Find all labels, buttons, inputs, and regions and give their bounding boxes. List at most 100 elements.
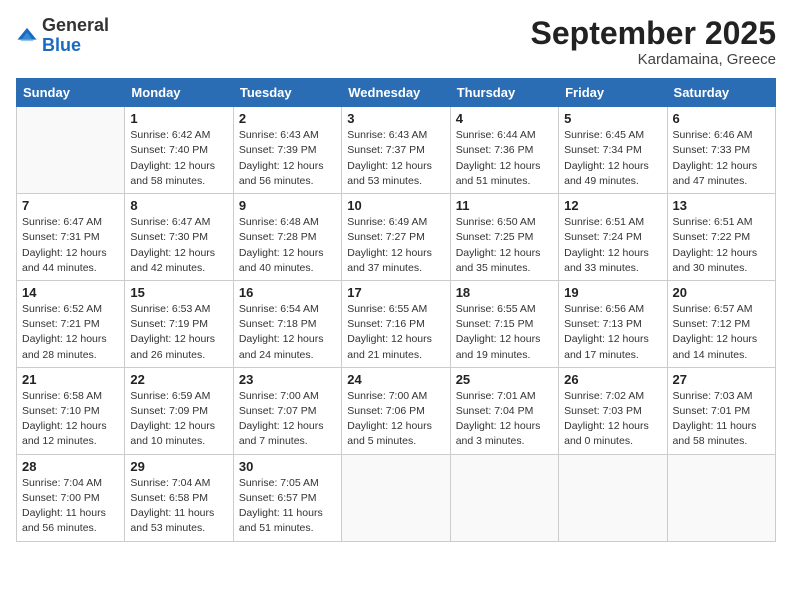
day-info: Sunrise: 6:43 AMSunset: 7:39 PMDaylight:… — [239, 128, 336, 189]
header-saturday: Saturday — [667, 79, 775, 107]
calendar-table: SundayMondayTuesdayWednesdayThursdayFrid… — [16, 78, 776, 541]
calendar-cell: 2 Sunrise: 6:43 AMSunset: 7:39 PMDaylight… — [233, 107, 341, 194]
day-number: 26 — [564, 372, 661, 387]
calendar-cell: 23 Sunrise: 7:00 AMSunset: 7:07 PMDayligh… — [233, 367, 341, 454]
week-row-3: 21 Sunrise: 6:58 AMSunset: 7:10 PMDayligh… — [17, 367, 776, 454]
week-row-2: 14Sunrise: 6:52 AMSunset: 7:21 PMDayligh… — [17, 280, 776, 367]
day-info: Sunrise: 7:04 AMSunset: 6:58 PMDaylight:… — [130, 476, 227, 537]
calendar-cell: 1 Sunrise: 6:42 AMSunset: 7:40 PMDaylight… — [125, 107, 233, 194]
day-info: Sunrise: 7:02 AMSunset: 7:03 PMDaylight:… — [564, 389, 661, 450]
day-info: Sunrise: 6:51 AMSunset: 7:24 PMDaylight:… — [564, 215, 661, 276]
day-info: Sunrise: 6:46 AMSunset: 7:33 PMDaylight:… — [673, 128, 770, 189]
calendar-cell: 18Sunrise: 6:55 AMSunset: 7:15 PMDayligh… — [450, 280, 558, 367]
calendar-cell: 12 Sunrise: 6:51 AMSunset: 7:24 PMDayligh… — [559, 194, 667, 281]
logo-blue: Blue — [42, 35, 81, 55]
day-info: Sunrise: 6:51 AMSunset: 7:22 PMDaylight:… — [673, 215, 770, 276]
day-number: 10 — [347, 198, 444, 213]
day-number: 4 — [456, 111, 553, 126]
day-number: 25 — [456, 372, 553, 387]
calendar-cell: 4 Sunrise: 6:44 AMSunset: 7:36 PMDaylight… — [450, 107, 558, 194]
day-info: Sunrise: 7:00 AMSunset: 7:06 PMDaylight:… — [347, 389, 444, 450]
day-number: 12 — [564, 198, 661, 213]
calendar-cell — [17, 107, 125, 194]
header-friday: Friday — [559, 79, 667, 107]
calendar-cell: 17 Sunrise: 6:55 AMSunset: 7:16 PMDayligh… — [342, 280, 450, 367]
location: Kardamaina, Greece — [531, 51, 776, 68]
day-info: Sunrise: 6:53 AMSunset: 7:19 PMDaylight:… — [130, 302, 227, 363]
calendar-cell: 21 Sunrise: 6:58 AMSunset: 7:10 PMDayligh… — [17, 367, 125, 454]
day-number: 11 — [456, 198, 553, 213]
day-number: 2 — [239, 111, 336, 126]
calendar-header-row: SundayMondayTuesdayWednesdayThursdayFrid… — [17, 79, 776, 107]
calendar-cell: 30 Sunrise: 7:05 AMSunset: 6:57 PMDayligh… — [233, 454, 341, 541]
day-info: Sunrise: 6:59 AMSunset: 7:09 PMDaylight:… — [130, 389, 227, 450]
calendar-cell: 13Sunrise: 6:51 AMSunset: 7:22 PMDayligh… — [667, 194, 775, 281]
day-number: 30 — [239, 459, 336, 474]
day-info: Sunrise: 7:03 AMSunset: 7:01 PMDaylight:… — [673, 389, 770, 450]
day-number: 1 — [130, 111, 227, 126]
day-number: 3 — [347, 111, 444, 126]
day-info: Sunrise: 7:01 AMSunset: 7:04 PMDaylight:… — [456, 389, 553, 450]
calendar-cell: 28 Sunrise: 7:04 AMSunset: 7:00 PMDayligh… — [17, 454, 125, 541]
calendar-cell: 22 Sunrise: 6:59 AMSunset: 7:09 PMDayligh… — [125, 367, 233, 454]
day-number: 27 — [673, 372, 770, 387]
day-number: 6 — [673, 111, 770, 126]
month-title: September 2025 — [531, 16, 776, 51]
week-row-0: 1 Sunrise: 6:42 AMSunset: 7:40 PMDaylight… — [17, 107, 776, 194]
day-info: Sunrise: 6:45 AMSunset: 7:34 PMDaylight:… — [564, 128, 661, 189]
calendar-cell: 25 Sunrise: 7:01 AMSunset: 7:04 PMDayligh… — [450, 367, 558, 454]
day-info: Sunrise: 6:58 AMSunset: 7:10 PMDaylight:… — [22, 389, 119, 450]
logo: General Blue — [16, 16, 109, 56]
calendar-cell: 11 Sunrise: 6:50 AMSunset: 7:25 PMDayligh… — [450, 194, 558, 281]
day-number: 9 — [239, 198, 336, 213]
day-number: 24 — [347, 372, 444, 387]
day-info: Sunrise: 6:44 AMSunset: 7:36 PMDaylight:… — [456, 128, 553, 189]
day-info: Sunrise: 6:54 AMSunset: 7:18 PMDaylight:… — [239, 302, 336, 363]
day-number: 29 — [130, 459, 227, 474]
header-wednesday: Wednesday — [342, 79, 450, 107]
calendar-cell: 26 Sunrise: 7:02 AMSunset: 7:03 PMDayligh… — [559, 367, 667, 454]
header-thursday: Thursday — [450, 79, 558, 107]
day-info: Sunrise: 7:05 AMSunset: 6:57 PMDaylight:… — [239, 476, 336, 537]
calendar-cell: 19Sunrise: 6:56 AMSunset: 7:13 PMDayligh… — [559, 280, 667, 367]
day-info: Sunrise: 7:00 AMSunset: 7:07 PMDaylight:… — [239, 389, 336, 450]
logo-icon — [16, 25, 38, 47]
day-number: 28 — [22, 459, 119, 474]
day-info: Sunrise: 6:57 AMSunset: 7:12 PMDaylight:… — [673, 302, 770, 363]
header-sunday: Sunday — [17, 79, 125, 107]
logo-general: General — [42, 15, 109, 35]
calendar-cell: 15Sunrise: 6:53 AMSunset: 7:19 PMDayligh… — [125, 280, 233, 367]
day-info: Sunrise: 6:47 AMSunset: 7:31 PMDaylight:… — [22, 215, 119, 276]
day-number: 17 — [347, 285, 444, 300]
calendar-cell: 24 Sunrise: 7:00 AMSunset: 7:06 PMDayligh… — [342, 367, 450, 454]
calendar-cell: 16Sunrise: 6:54 AMSunset: 7:18 PMDayligh… — [233, 280, 341, 367]
day-number: 23 — [239, 372, 336, 387]
calendar-cell — [559, 454, 667, 541]
day-info: Sunrise: 7:04 AMSunset: 7:00 PMDaylight:… — [22, 476, 119, 537]
day-number: 22 — [130, 372, 227, 387]
calendar-cell: 29 Sunrise: 7:04 AMSunset: 6:58 PMDayligh… — [125, 454, 233, 541]
calendar-cell: 3 Sunrise: 6:43 AMSunset: 7:37 PMDaylight… — [342, 107, 450, 194]
logo-text: General Blue — [42, 16, 109, 56]
day-info: Sunrise: 6:42 AMSunset: 7:40 PMDaylight:… — [130, 128, 227, 189]
calendar-cell — [450, 454, 558, 541]
calendar-cell: 20 Sunrise: 6:57 AMSunset: 7:12 PMDayligh… — [667, 280, 775, 367]
day-number: 18 — [456, 285, 553, 300]
day-info: Sunrise: 6:48 AMSunset: 7:28 PMDaylight:… — [239, 215, 336, 276]
calendar-cell: 9 Sunrise: 6:48 AMSunset: 7:28 PMDaylight… — [233, 194, 341, 281]
header-tuesday: Tuesday — [233, 79, 341, 107]
day-info: Sunrise: 6:43 AMSunset: 7:37 PMDaylight:… — [347, 128, 444, 189]
calendar-cell: 14Sunrise: 6:52 AMSunset: 7:21 PMDayligh… — [17, 280, 125, 367]
day-info: Sunrise: 6:50 AMSunset: 7:25 PMDaylight:… — [456, 215, 553, 276]
day-info: Sunrise: 6:55 AMSunset: 7:16 PMDaylight:… — [347, 302, 444, 363]
day-number: 21 — [22, 372, 119, 387]
calendar-cell: 8Sunrise: 6:47 AMSunset: 7:30 PMDaylight… — [125, 194, 233, 281]
week-row-1: 7Sunrise: 6:47 AMSunset: 7:31 PMDaylight… — [17, 194, 776, 281]
day-number: 20 — [673, 285, 770, 300]
title-block: September 2025 Kardamaina, Greece — [531, 16, 776, 68]
calendar-cell — [342, 454, 450, 541]
calendar-cell: 5Sunrise: 6:45 AMSunset: 7:34 PMDaylight… — [559, 107, 667, 194]
page-header: General Blue September 2025 Kardamaina, … — [16, 16, 776, 68]
week-row-4: 28 Sunrise: 7:04 AMSunset: 7:00 PMDayligh… — [17, 454, 776, 541]
calendar-cell — [667, 454, 775, 541]
